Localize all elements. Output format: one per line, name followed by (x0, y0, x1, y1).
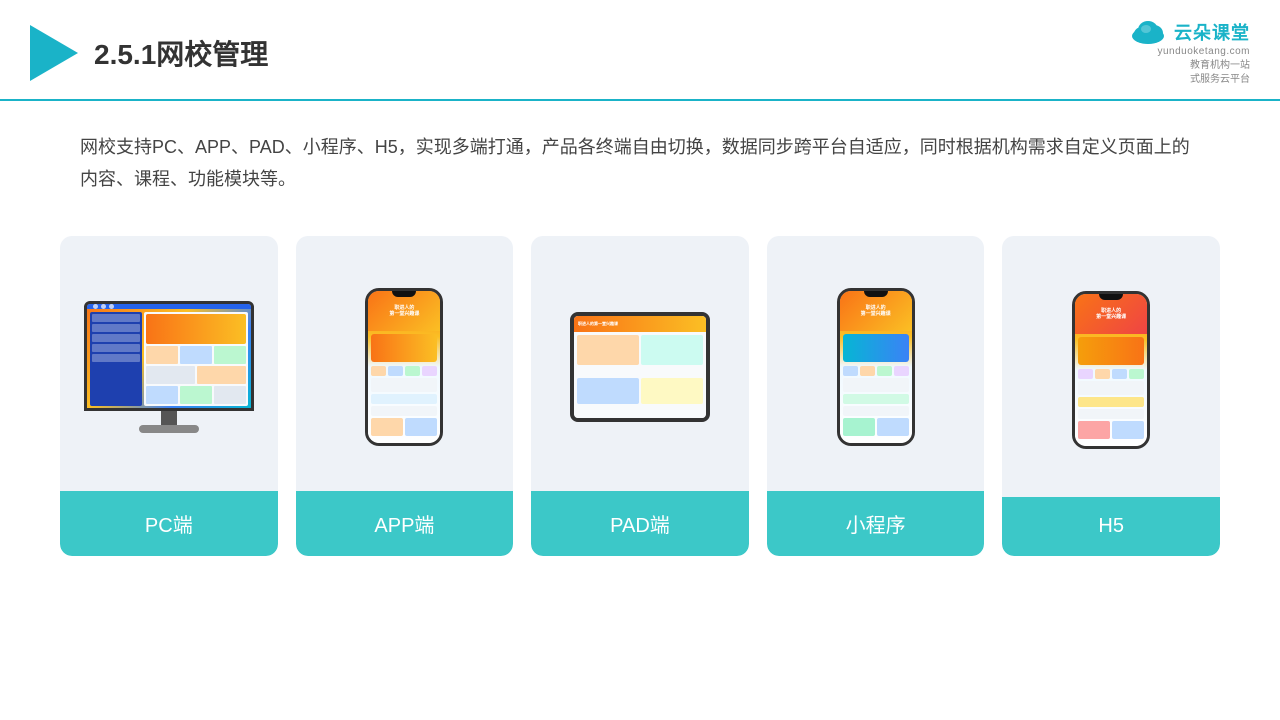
cloud-icon (1128, 18, 1168, 46)
pad-label: PAD端 (531, 491, 749, 556)
brand-icon-group: 云朵课堂 (1128, 18, 1250, 46)
pc-card: PC端 (60, 236, 278, 556)
h5-card: 职进人的第一堂兴趣课 (1002, 236, 1220, 556)
miniprogram-label: 小程序 (767, 491, 985, 556)
h5-label: H5 (1002, 497, 1220, 556)
logo-triangle-icon (30, 25, 78, 81)
pad-card: 职进人的第一堂兴趣课 PAD端 (531, 236, 749, 556)
brand-name-cn: 云朵课堂 (1174, 19, 1250, 45)
pc-label: PC端 (60, 491, 278, 556)
brand-logo: 云朵课堂 yunduoketang.com 教育机构一站式服务云平台 (1128, 18, 1250, 87)
app-card: 职进人的第一堂兴趣课 (296, 236, 514, 556)
pad-image-area: 职进人的第一堂兴趣课 (531, 236, 749, 491)
device-cards-container: PC端 职进人的第一堂兴趣课 (0, 216, 1280, 586)
miniprogram-image-area: 职进人的第一堂兴趣课 (767, 236, 985, 491)
description-paragraph: 网校支持PC、APP、PAD、小程序、H5，实现多端打通，产品各终端自由切换，数… (80, 131, 1200, 196)
pc-image-area (60, 236, 278, 491)
miniprogram-phone-mockup: 职进人的第一堂兴趣课 (837, 288, 915, 446)
brand-tagline: 教育机构一站式服务云平台 (1190, 59, 1250, 87)
app-phone-mockup: 职进人的第一堂兴趣课 (365, 288, 443, 446)
header-right: 云朵课堂 yunduoketang.com 教育机构一站式服务云平台 (1128, 18, 1250, 87)
header-left: 2.5.1网校管理 (30, 25, 268, 81)
brand-name-en: yunduoketang.com (1157, 46, 1250, 57)
page-title: 2.5.1网校管理 (94, 33, 268, 73)
pc-monitor-mockup (84, 301, 254, 433)
page-header: 2.5.1网校管理 云朵课堂 yunduoketang.com 教育机构一站式服… (0, 0, 1280, 101)
miniprogram-card: 职进人的第一堂兴趣课 (767, 236, 985, 556)
description-text: 网校支持PC、APP、PAD、小程序、H5，实现多端打通，产品各终端自由切换，数… (0, 101, 1280, 216)
pad-tablet-mockup: 职进人的第一堂兴趣课 (570, 312, 710, 422)
app-label: APP端 (296, 491, 514, 556)
h5-phone-mockup: 职进人的第一堂兴趣课 (1072, 291, 1150, 449)
app-image-area: 职进人的第一堂兴趣课 (296, 236, 514, 491)
h5-image-area: 职进人的第一堂兴趣课 (1002, 236, 1220, 497)
